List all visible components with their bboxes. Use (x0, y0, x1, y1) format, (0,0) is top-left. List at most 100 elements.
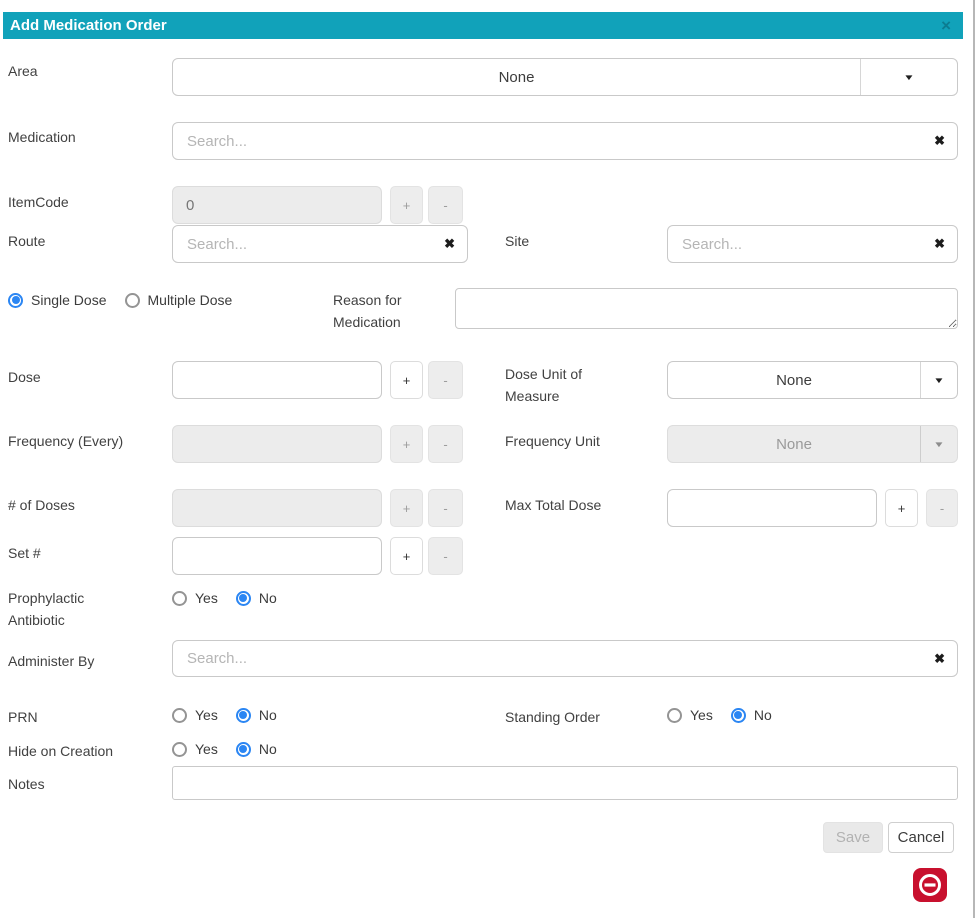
standing-order-yes-radio[interactable]: Yes (667, 707, 713, 723)
multiple-dose-radio[interactable]: Multiple Dose (125, 292, 233, 308)
blocked-minus-icon-svg (913, 868, 947, 902)
administer-by-clear-icon[interactable]: ✖ (922, 651, 957, 667)
hide-on-creation-label: Hide on Creation (8, 740, 113, 762)
standing-order-label: Standing Order (505, 706, 600, 728)
cancel-button[interactable]: Cancel (888, 822, 954, 853)
radio-unselected-icon (125, 293, 140, 308)
set-number-input[interactable] (172, 537, 382, 575)
frequency-label: Frequency (Every) (8, 430, 123, 452)
itemcode-decrement-button: - (428, 186, 463, 224)
set-number-increment-button[interactable]: + (390, 537, 423, 575)
frequency-unit-label: Frequency Unit (505, 430, 600, 452)
max-total-dose-increment-button[interactable]: + (885, 489, 918, 527)
dose-decrement-button: - (428, 361, 463, 399)
close-icon[interactable]: × (941, 17, 963, 34)
radio-unselected-icon (172, 591, 187, 606)
site-label: Site (505, 230, 529, 252)
add-medication-order-dialog: Add Medication Order × Area None ▼ Medic… (0, 0, 975, 918)
frequency-input (172, 425, 382, 463)
prophylactic-no-radio[interactable]: No (236, 590, 277, 606)
itemcode-input (172, 186, 382, 224)
route-clear-icon[interactable]: ✖ (432, 236, 467, 252)
prophylactic-yes-radio[interactable]: Yes (172, 590, 218, 606)
dose-unit-selected-value: None (668, 362, 920, 398)
num-doses-input (172, 489, 382, 527)
radio-selected-icon (236, 591, 251, 606)
radio-selected-icon (731, 708, 746, 723)
blocked-minus-icon[interactable] (913, 868, 947, 902)
single-dose-radio[interactable]: Single Dose (8, 292, 107, 308)
medication-search-input[interactable] (173, 133, 922, 150)
set-number-decrement-button: - (428, 537, 463, 575)
num-doses-label: # of Doses (8, 494, 75, 516)
dose-unit-label: Dose Unit of Measure (505, 363, 615, 407)
chevron-down-icon: ▼ (933, 440, 945, 449)
area-label: Area (8, 60, 38, 82)
itemcode-label: ItemCode (8, 191, 69, 213)
medication-search: ✖ (172, 122, 958, 160)
area-select[interactable]: None ▼ (172, 58, 958, 96)
prophylactic-antibiotic-label: Prophylactic Antibiotic (8, 587, 108, 631)
num-doses-decrement-button: - (428, 489, 463, 527)
hide-on-creation-yes-label: Yes (195, 741, 218, 757)
frequency-unit-select: None ▼ (667, 425, 958, 463)
administer-by-search-input[interactable] (173, 650, 922, 667)
hide-on-creation-radio-group: Yes No (172, 740, 277, 758)
prophylactic-no-label: No (259, 590, 277, 606)
max-total-dose-input[interactable] (667, 489, 877, 527)
num-doses-increment-button: + (390, 489, 423, 527)
prn-label: PRN (8, 706, 38, 728)
hide-on-creation-no-radio[interactable]: No (236, 741, 277, 757)
single-dose-radio-label: Single Dose (31, 292, 107, 308)
area-selected-value: None (173, 59, 860, 95)
prn-yes-label: Yes (195, 707, 218, 723)
radio-unselected-icon (172, 708, 187, 723)
max-total-dose-decrement-button: - (926, 489, 958, 527)
prn-no-radio[interactable]: No (236, 707, 277, 723)
reason-for-medication-textarea[interactable] (455, 288, 958, 329)
frequency-unit-caret-button: ▼ (920, 426, 957, 462)
prn-yes-radio[interactable]: Yes (172, 707, 218, 723)
radio-selected-icon (8, 293, 23, 308)
notes-input[interactable] (172, 766, 958, 800)
dose-label: Dose (8, 366, 41, 388)
administer-by-label: Administer By (8, 650, 94, 672)
standing-order-yes-label: Yes (690, 707, 713, 723)
prn-no-label: No (259, 707, 277, 723)
route-search: ✖ (172, 225, 468, 263)
multiple-dose-radio-label: Multiple Dose (148, 292, 233, 308)
notes-label: Notes (8, 773, 45, 795)
dose-type-radio-group: Single Dose Multiple Dose (8, 291, 232, 309)
hide-on-creation-no-label: No (259, 741, 277, 757)
radio-selected-icon (236, 708, 251, 723)
prophylactic-antibiotic-radio-group: Yes No (172, 589, 277, 607)
medication-clear-icon[interactable]: ✖ (922, 133, 957, 149)
dose-unit-caret-button[interactable]: ▼ (920, 362, 957, 398)
administer-by-search: ✖ (172, 640, 958, 677)
chevron-down-icon: ▼ (933, 376, 945, 385)
route-label: Route (8, 230, 45, 252)
save-button[interactable]: Save (823, 822, 883, 853)
hide-on-creation-yes-radio[interactable]: Yes (172, 741, 218, 757)
standing-order-radio-group: Yes No (667, 706, 772, 724)
prn-radio-group: Yes No (172, 706, 277, 724)
max-total-dose-label: Max Total Dose (505, 494, 601, 516)
site-search-input[interactable] (668, 236, 922, 253)
frequency-decrement-button: - (428, 425, 463, 463)
frequency-unit-selected-value: None (668, 426, 920, 462)
dialog-title: Add Medication Order (3, 17, 167, 34)
radio-selected-icon (236, 742, 251, 757)
radio-unselected-icon (172, 742, 187, 757)
standing-order-no-radio[interactable]: No (731, 707, 772, 723)
site-clear-icon[interactable]: ✖ (922, 236, 957, 252)
area-caret-button[interactable]: ▼ (860, 59, 957, 95)
dialog-header: Add Medication Order × (3, 12, 963, 39)
chevron-down-icon: ▼ (903, 73, 915, 82)
dose-unit-select[interactable]: None ▼ (667, 361, 958, 399)
dose-increment-button[interactable]: + (390, 361, 423, 399)
route-search-input[interactable] (173, 236, 432, 253)
site-search: ✖ (667, 225, 958, 263)
reason-for-medication-label: Reason for Medication (333, 289, 428, 333)
radio-unselected-icon (667, 708, 682, 723)
dose-input[interactable] (172, 361, 382, 399)
